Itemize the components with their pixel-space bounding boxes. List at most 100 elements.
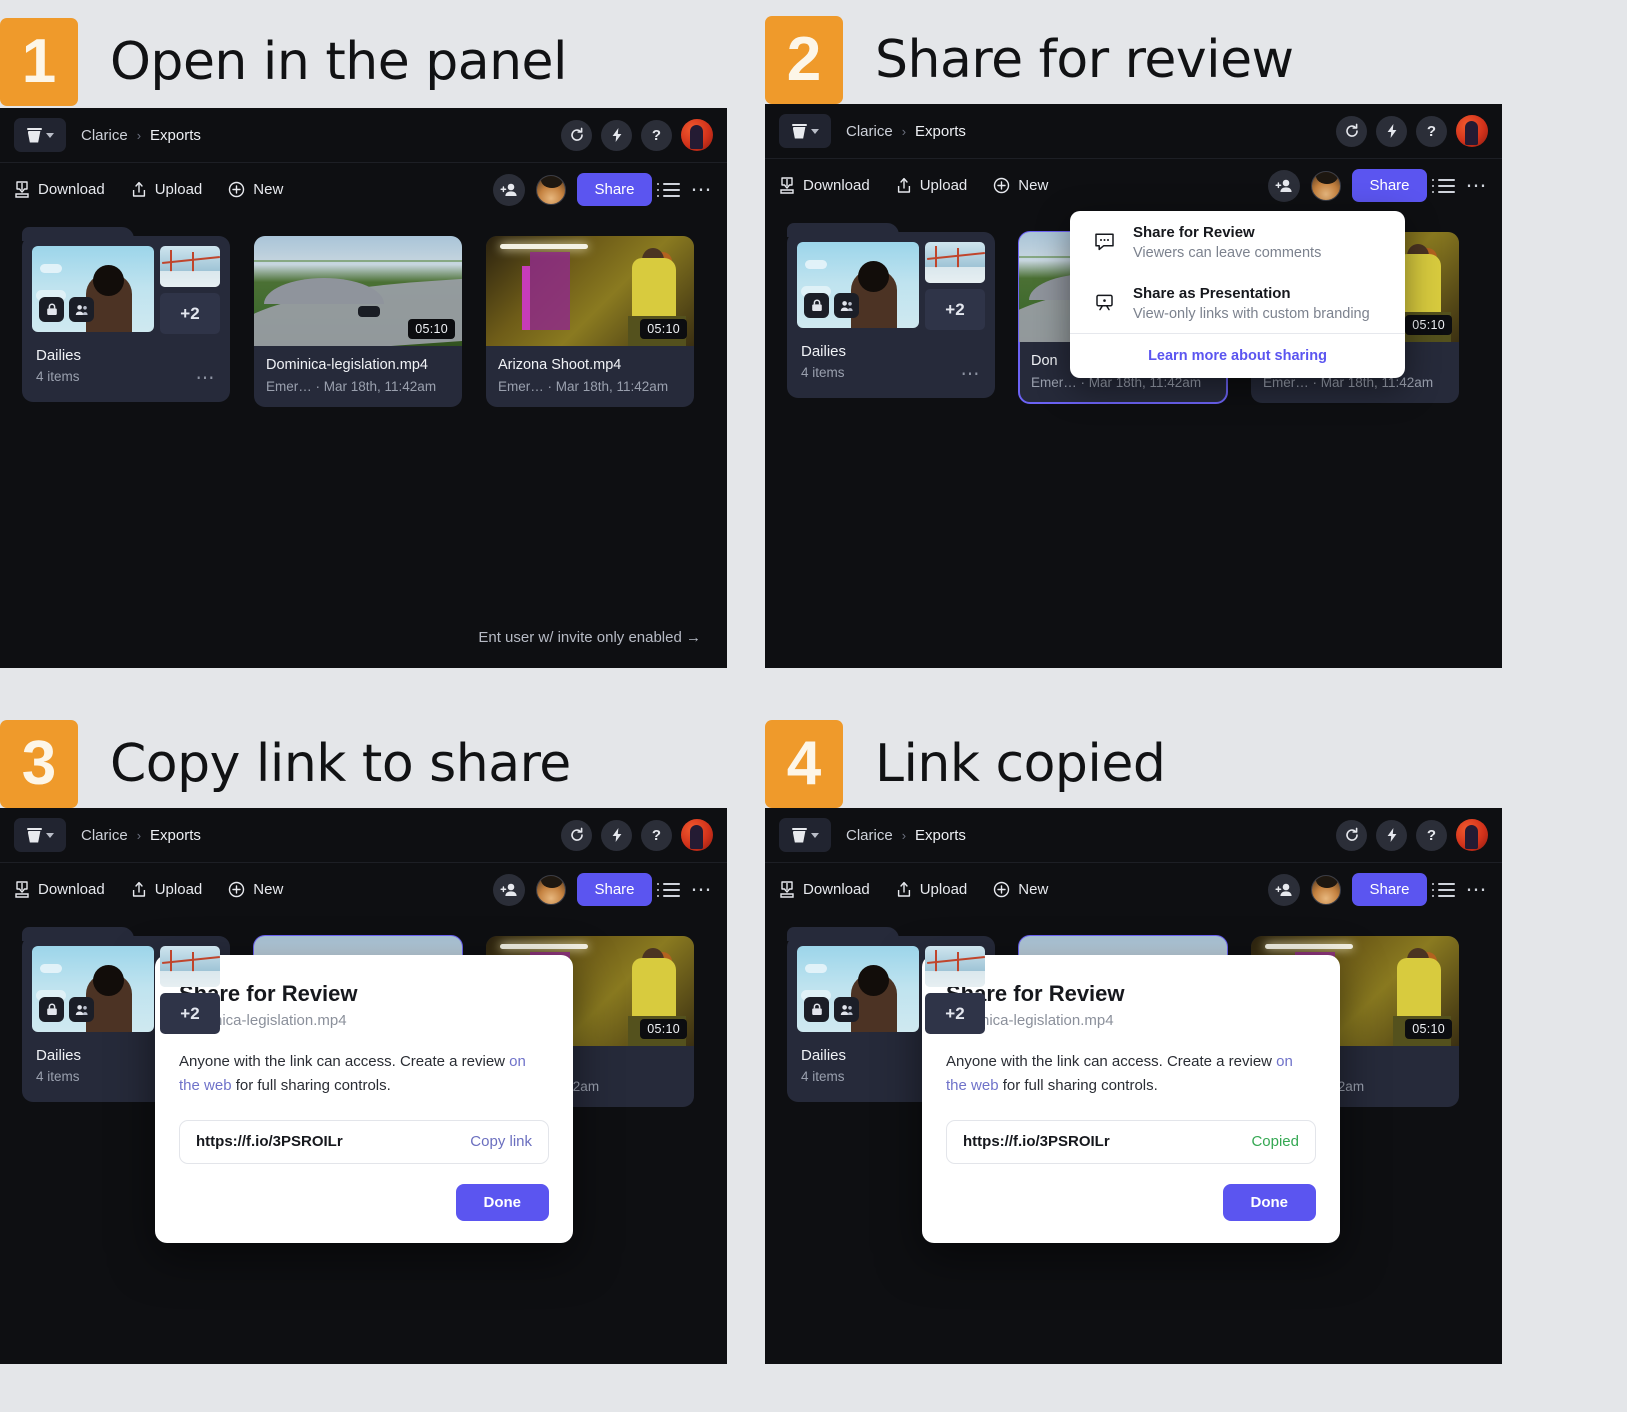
- upload-button[interactable]: Upload: [131, 881, 202, 898]
- list-view-icon[interactable]: [656, 882, 680, 897]
- lightning-icon[interactable]: [1376, 115, 1407, 147]
- share-link-row[interactable]: https://f.io/3PSROILr Copy link: [179, 1119, 549, 1164]
- refresh-icon[interactable]: [561, 119, 592, 151]
- download-button[interactable]: Download: [14, 881, 105, 898]
- breadcrumb-leaf[interactable]: Exports: [915, 827, 966, 844]
- folder-overflow-count: +2: [159, 293, 220, 334]
- breadcrumb-leaf[interactable]: Exports: [915, 123, 966, 140]
- collaborator-avatar[interactable]: [1311, 170, 1342, 201]
- help-icon[interactable]: ?: [641, 119, 672, 151]
- folder-more-icon[interactable]: ⋯: [196, 369, 217, 388]
- duration-badge: 05:10: [640, 1019, 687, 1039]
- lightning-icon[interactable]: [601, 819, 632, 851]
- download-button[interactable]: Download: [779, 881, 870, 898]
- collaborator-avatar[interactable]: [536, 874, 567, 905]
- menu-item-share-for-review[interactable]: Share for Review Viewers can leave comme…: [1070, 211, 1405, 272]
- folder-meta: Dailies 4 items ⋯: [797, 330, 985, 388]
- done-button[interactable]: Done: [1222, 1183, 1316, 1221]
- actionbar-right-4: Share ⋯: [1268, 873, 1488, 906]
- new-button[interactable]: New: [228, 881, 283, 898]
- lightning-icon[interactable]: [601, 119, 632, 151]
- breadcrumb-leaf[interactable]: Exports: [150, 127, 201, 144]
- more-options-icon[interactable]: ⋯: [1466, 175, 1489, 196]
- actionbar-right-2: Share ⋯: [1268, 169, 1488, 202]
- done-button[interactable]: Done: [455, 1183, 549, 1221]
- share-link-row[interactable]: https://f.io/3PSROILr Copied: [946, 1119, 1316, 1164]
- workspace-menu-button[interactable]: [779, 818, 831, 852]
- breadcrumb: Clarice › Exports: [81, 127, 201, 144]
- share-button[interactable]: Share: [577, 173, 652, 206]
- avatar[interactable]: [1456, 819, 1488, 851]
- folder-thumbnails: +2: [797, 242, 985, 330]
- dialog-body: Anyone with the link can access. Create …: [946, 1050, 1316, 1099]
- breadcrumb-root[interactable]: Clarice: [846, 123, 893, 140]
- share-menu-popover[interactable]: Share for Review Viewers can leave comme…: [1070, 211, 1405, 378]
- learn-more-link[interactable]: Learn more about sharing: [1148, 348, 1327, 364]
- breadcrumb-root[interactable]: Clarice: [81, 127, 128, 144]
- add-person-icon[interactable]: [493, 173, 526, 206]
- folder-name: Dailies: [801, 343, 847, 360]
- folder-thumbnail-main: [32, 946, 154, 1032]
- new-button[interactable]: New: [993, 881, 1048, 898]
- folder-overflow-count: +2: [924, 993, 985, 1034]
- copy-link-button[interactable]: Copy link: [470, 1133, 532, 1150]
- more-options-icon[interactable]: ⋯: [691, 179, 714, 200]
- breadcrumb-leaf[interactable]: Exports: [150, 827, 201, 844]
- download-button[interactable]: Download: [779, 177, 870, 194]
- workspace-menu-button[interactable]: [779, 114, 831, 148]
- avatar[interactable]: [681, 119, 713, 151]
- frame-logo-icon: [791, 827, 807, 844]
- folder-card[interactable]: +2 Dailies 4 items ⋯: [22, 227, 230, 407]
- folder-thumbnail-side: [924, 242, 985, 283]
- download-button[interactable]: Download: [14, 181, 105, 198]
- more-options-icon[interactable]: ⋯: [691, 879, 714, 900]
- app-window-2: Clarice › Exports ? Download Upload New …: [765, 104, 1502, 668]
- step-title-1: Open in the panel: [110, 32, 568, 92]
- lock-icon: [804, 997, 829, 1022]
- dialog-title: Share for Review: [946, 981, 1125, 1006]
- refresh-icon[interactable]: [1336, 115, 1367, 147]
- refresh-icon[interactable]: [561, 819, 592, 851]
- folder-card[interactable]: +2 Dailies 4 items ⋯: [787, 223, 995, 403]
- help-icon[interactable]: ?: [1416, 115, 1447, 147]
- workspace-menu-button[interactable]: [14, 818, 66, 852]
- workspace-menu-button[interactable]: [14, 118, 66, 152]
- refresh-icon[interactable]: [1336, 819, 1367, 851]
- upload-button[interactable]: Upload: [896, 881, 967, 898]
- new-button[interactable]: New: [993, 177, 1048, 194]
- menu-item-title: Share as Presentation: [1133, 285, 1291, 302]
- help-icon[interactable]: ?: [641, 819, 672, 851]
- lightning-icon[interactable]: [1376, 819, 1407, 851]
- step-badge-2: 2: [765, 16, 843, 104]
- duration-badge: 05:10: [1405, 1019, 1452, 1039]
- frame-logo-icon: [26, 127, 42, 144]
- collaborator-avatar[interactable]: [536, 174, 567, 205]
- avatar[interactable]: [1456, 115, 1488, 147]
- file-card[interactable]: 05:10 Dominica-legislation.mp4 Emer… · M…: [254, 236, 462, 407]
- share-button[interactable]: Share: [1352, 169, 1427, 202]
- step-badge-1: 1: [0, 18, 78, 106]
- new-button[interactable]: New: [228, 181, 283, 198]
- folder-status-badges: [804, 293, 859, 318]
- upload-button[interactable]: Upload: [131, 181, 202, 198]
- titlebar-actions-2: ?: [1336, 115, 1488, 147]
- add-person-icon[interactable]: [1268, 873, 1301, 906]
- avatar[interactable]: [681, 819, 713, 851]
- menu-item-share-as-presentation[interactable]: Share as Presentation View-only links wi…: [1070, 272, 1405, 333]
- share-button[interactable]: Share: [1352, 873, 1427, 906]
- breadcrumb-root[interactable]: Clarice: [81, 827, 128, 844]
- help-icon[interactable]: ?: [1416, 819, 1447, 851]
- add-person-icon[interactable]: [493, 873, 526, 906]
- upload-button[interactable]: Upload: [896, 177, 967, 194]
- breadcrumb-root[interactable]: Clarice: [846, 827, 893, 844]
- collaborator-avatar[interactable]: [1311, 874, 1342, 905]
- list-view-icon[interactable]: [1431, 882, 1455, 897]
- list-view-icon[interactable]: [656, 182, 680, 197]
- dialog-subtitle: Dominica-legislation.mp4: [179, 1012, 347, 1029]
- list-view-icon[interactable]: [1431, 178, 1455, 193]
- add-person-icon[interactable]: [1268, 169, 1301, 202]
- share-button[interactable]: Share: [577, 873, 652, 906]
- more-options-icon[interactable]: ⋯: [1466, 879, 1489, 900]
- file-card[interactable]: 05:10 Arizona Shoot.mp4 Emer… · Mar 18th…: [486, 236, 694, 407]
- folder-more-icon[interactable]: ⋯: [961, 365, 982, 384]
